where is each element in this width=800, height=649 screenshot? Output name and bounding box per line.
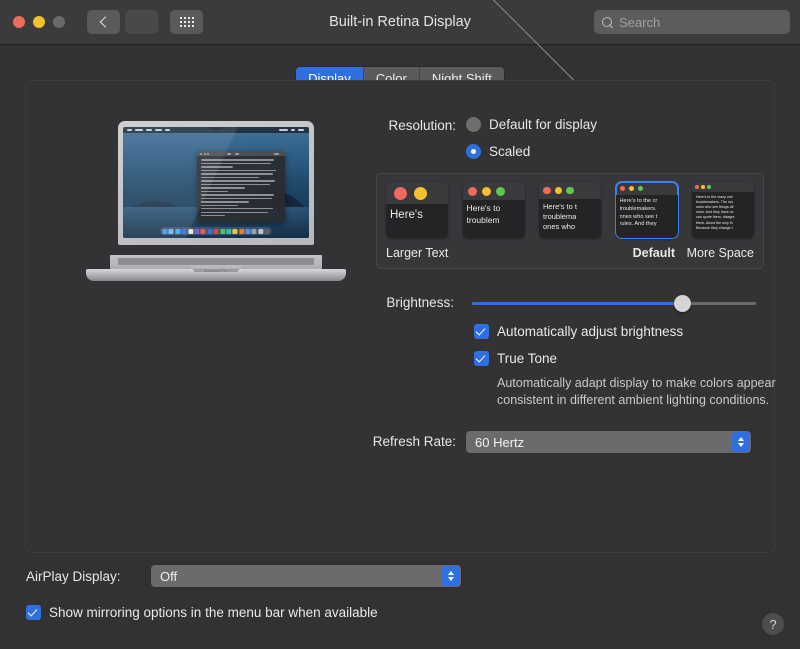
- auto-brightness-row[interactable]: Automatically adjust brightness: [474, 324, 756, 339]
- mirroring-checkbox[interactable]: [26, 605, 41, 620]
- search-field[interactable]: Search: [594, 10, 790, 34]
- resolution-thumb-default[interactable]: Here's to the crtroublemakers.ones who s…: [616, 182, 678, 238]
- auto-brightness-checkbox[interactable]: [474, 324, 489, 339]
- mirroring-row[interactable]: Show mirroring options in the menu bar w…: [26, 605, 800, 620]
- thumb-content: Here's totroublem: [463, 200, 525, 238]
- back-arrow-icon: [99, 16, 110, 27]
- refresh-rate-dropdown[interactable]: 60 Hertz: [466, 431, 751, 453]
- airplay-row: AirPlay Display: Off: [26, 565, 800, 587]
- true-tone-checkbox[interactable]: [474, 351, 489, 366]
- chevron-up-down-icon[interactable]: [442, 566, 460, 586]
- display-settings-panel: MacBook Pro Resolution: Default for disp…: [25, 80, 775, 553]
- brightness-slider[interactable]: [472, 294, 756, 312]
- scaled-resolution-box: Here's Here's totroublem: [376, 173, 764, 269]
- macbook-model-label: MacBook Pro: [205, 269, 227, 273]
- thumb-title-bar: [386, 182, 448, 206]
- brightness-label: Brightness:: [356, 294, 464, 312]
- slider-knob[interactable]: [674, 295, 691, 312]
- refresh-rate-value: 60 Hertz: [475, 435, 524, 450]
- resolution-thumb-larger-text[interactable]: Here's: [386, 182, 448, 238]
- macbook-preview: MacBook Pro: [86, 117, 346, 287]
- dock: [160, 227, 271, 235]
- help-button[interactable]: ?: [762, 613, 784, 635]
- macbook-lid: [118, 121, 314, 245]
- scaled-resolution-thumbnails: Here's Here's totroublem: [386, 182, 754, 238]
- thumb-title-bar: [616, 182, 678, 195]
- resolution-row-default: Resolution: Default for display: [356, 117, 756, 135]
- back-button[interactable]: [87, 10, 120, 34]
- resolution-thumb-3[interactable]: Here's to ttroublemaones who: [539, 182, 601, 238]
- editor-text-lines: [197, 156, 284, 221]
- show-all-button[interactable]: [170, 10, 203, 34]
- radio-default-for-display-label: Default for display: [489, 117, 597, 132]
- bottom-section: AirPlay Display: Off Show mirroring opti…: [0, 565, 800, 620]
- zoom-button: [53, 16, 65, 28]
- thumb-content: Here's: [386, 204, 448, 238]
- thumb-content: Here's to ttroublemaones who: [539, 199, 601, 238]
- radio-default-for-display[interactable]: [466, 117, 481, 132]
- forward-button: [125, 10, 158, 34]
- airplay-label: AirPlay Display:: [26, 569, 151, 584]
- wallpaper-hills: [123, 180, 309, 238]
- close-button[interactable]: [13, 16, 25, 28]
- radio-scaled-label: Scaled: [489, 144, 530, 159]
- grid-icon: [180, 17, 194, 27]
- menu-bar: [123, 127, 309, 133]
- refresh-rate-label: Refresh Rate:: [356, 433, 466, 451]
- refresh-rate-row: Refresh Rate: 60 Hertz: [356, 431, 756, 453]
- brightness-row: Brightness:: [356, 294, 756, 312]
- display-controls: Resolution: Default for display Scaled: [356, 117, 756, 453]
- search-icon: [602, 17, 613, 28]
- radio-scaled[interactable]: [466, 144, 481, 159]
- thumb-content: Here's to the crtroublemakers.ones who s…: [616, 195, 678, 238]
- minimize-button[interactable]: [33, 16, 45, 28]
- true-tone-description: Automatically adapt display to make colo…: [497, 375, 777, 409]
- resolution-row-scaled: Scaled: [356, 144, 756, 159]
- window-controls: [13, 16, 65, 28]
- resolution-label: Resolution:: [356, 117, 466, 135]
- editor-title-bar: [197, 151, 284, 156]
- text-editor-window: [197, 151, 284, 222]
- thumb-content: Here's to the crazy onetroublemakers. Th…: [692, 192, 754, 238]
- airplay-dropdown[interactable]: Off: [151, 565, 461, 587]
- scale-axis-labels: Larger Text Default More Space: [386, 246, 754, 262]
- macbook-keyboard: [118, 258, 314, 265]
- true-tone-row[interactable]: True Tone: [474, 351, 756, 366]
- chevron-up-down-icon[interactable]: [732, 432, 750, 452]
- scale-label-default: Default: [633, 246, 675, 260]
- scale-label-larger-text: Larger Text: [386, 246, 448, 260]
- navigation-buttons: [87, 10, 158, 34]
- macbook-screen: [123, 127, 309, 238]
- auto-brightness-label: Automatically adjust brightness: [497, 324, 683, 339]
- slider-fill: [472, 302, 682, 305]
- true-tone-label: True Tone: [497, 351, 557, 366]
- thumb-title-bar: [539, 182, 601, 199]
- thumb-title-bar: [463, 182, 525, 200]
- search-placeholder: Search: [619, 15, 660, 30]
- resolution-thumb-more-space[interactable]: Here's to the crazy onetroublemakers. Th…: [692, 182, 754, 238]
- thumb-title-bar: [692, 182, 754, 192]
- resolution-thumb-2[interactable]: Here's totroublem: [463, 182, 525, 238]
- mirroring-label: Show mirroring options in the menu bar w…: [49, 605, 378, 620]
- wallpaper-water: [123, 207, 309, 238]
- scale-label-more-space: More Space: [687, 246, 754, 260]
- title-bar: Built-in Retina Display Search: [0, 0, 800, 45]
- display-preferences-window: Built-in Retina Display Search Display C…: [0, 0, 800, 649]
- airplay-value: Off: [160, 569, 177, 584]
